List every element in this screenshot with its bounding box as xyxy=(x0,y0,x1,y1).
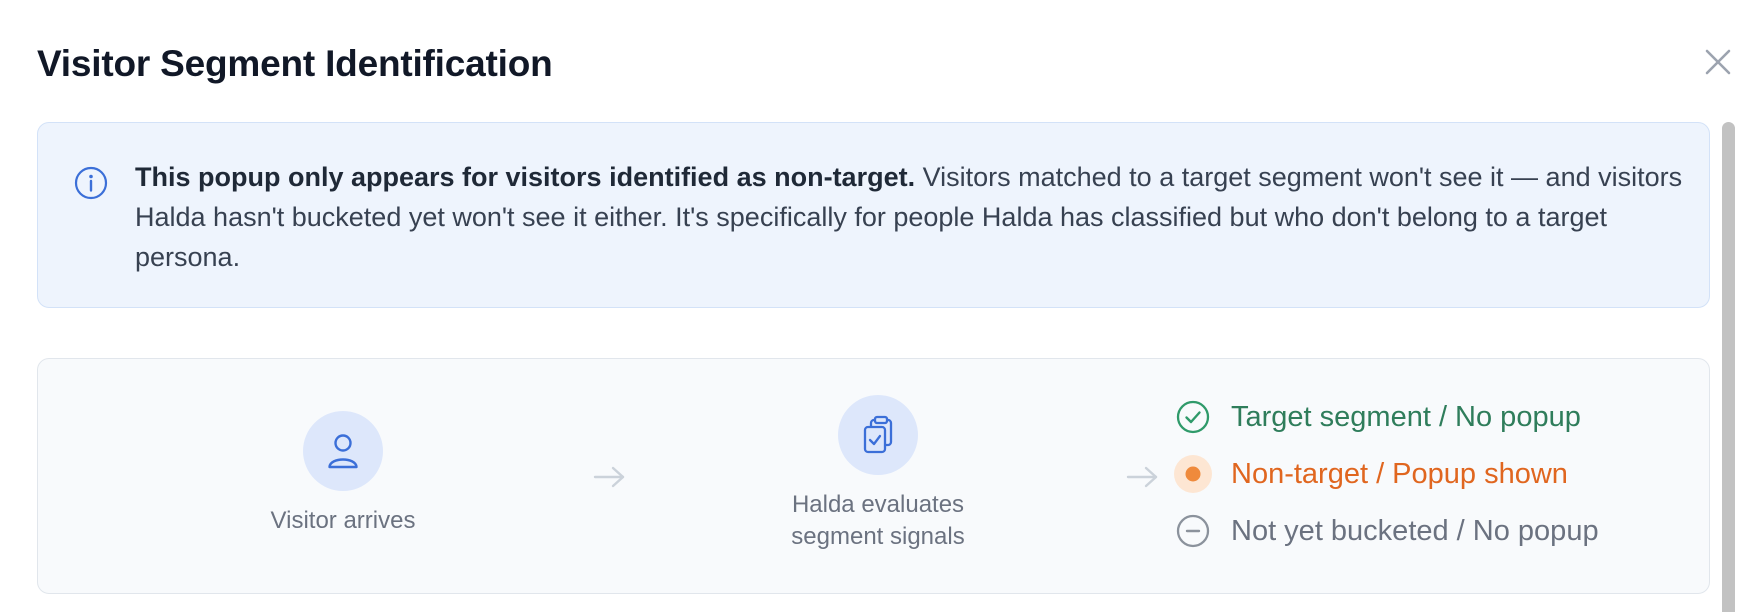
scrollbar[interactable] xyxy=(1722,122,1736,612)
outcome-label: Non-target / Popup shown xyxy=(1231,458,1568,490)
step-visitor-arrives: Visitor arrives xyxy=(203,411,483,537)
check-circle-icon xyxy=(1173,397,1213,437)
step-label-line1: Halda evaluates xyxy=(791,491,965,518)
dot-icon xyxy=(1173,454,1213,494)
info-text: This popup only appears for visitors ide… xyxy=(135,157,1695,277)
clipboard-icon-circle xyxy=(838,395,918,475)
modal-title: Visitor Segment Identification xyxy=(37,43,553,84)
close-button[interactable] xyxy=(1700,44,1736,80)
step-label-line2: segment signals xyxy=(791,523,965,550)
scrollbar-thumb[interactable] xyxy=(1722,122,1735,612)
user-icon xyxy=(328,434,358,469)
segment-modal: Visitor Segment Identification This popu… xyxy=(0,0,1760,612)
step-label: Halda evaluates segment signals xyxy=(791,489,964,553)
clipboard-check-icon xyxy=(863,415,893,454)
step-halda-evaluates: Halda evaluates segment signals xyxy=(738,395,1018,553)
outcome-target: Target segment / No popup xyxy=(1173,397,1581,437)
arrow-right-icon xyxy=(593,466,625,488)
user-icon-circle xyxy=(303,411,383,491)
outcome-label: Not yet bucketed / No popup xyxy=(1231,515,1599,547)
info-icon xyxy=(74,166,108,200)
outcome-non-target: Non-target / Popup shown xyxy=(1173,454,1568,494)
minus-circle-icon xyxy=(1173,511,1213,551)
close-icon xyxy=(1705,49,1731,75)
step-label: Visitor arrives xyxy=(270,507,416,534)
arrow-right-icon xyxy=(1126,466,1158,488)
segment-flow-diagram: Visitor arrives Halda evaluates segment … xyxy=(37,358,1710,594)
info-callout: This popup only appears for visitors ide… xyxy=(37,122,1710,308)
outcome-label: Target segment / No popup xyxy=(1231,401,1581,433)
info-bold-text: This popup only appears for visitors ide… xyxy=(135,162,916,192)
outcome-not-bucketed: Not yet bucketed / No popup xyxy=(1173,511,1599,551)
